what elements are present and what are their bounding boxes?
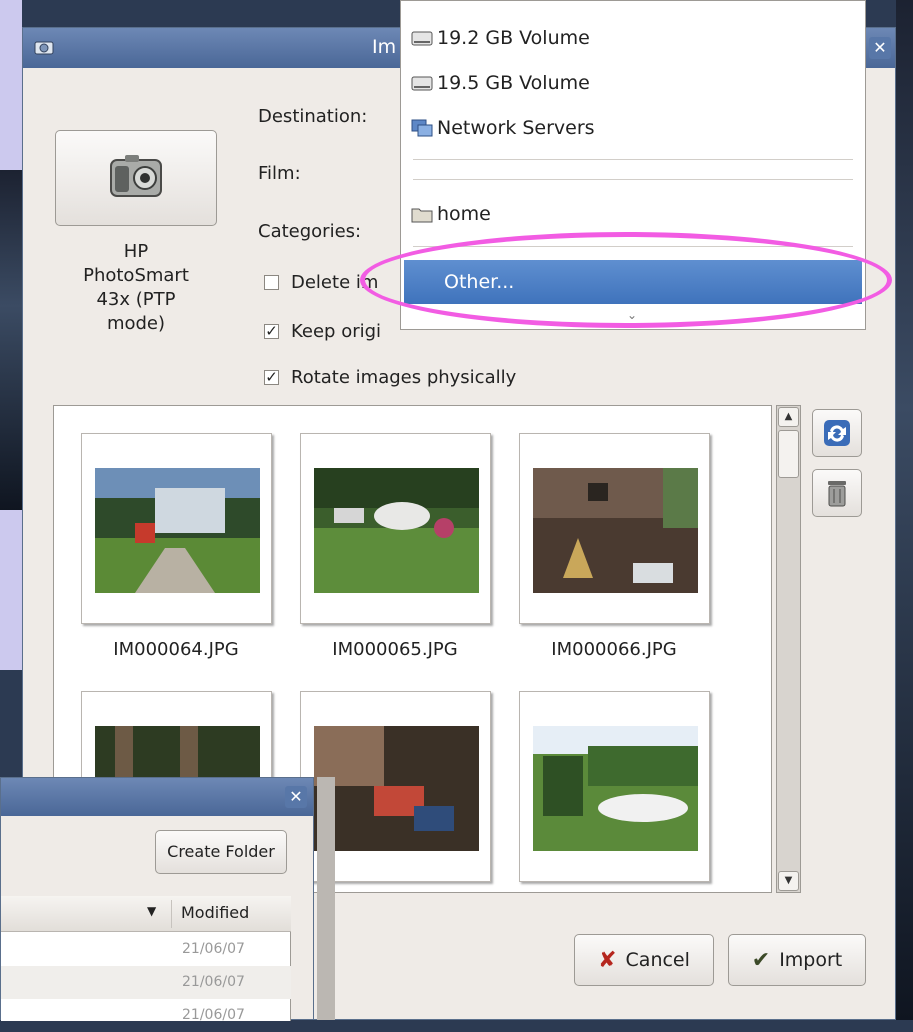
scrollbar[interactable]: ▲ ▼ <box>776 405 801 893</box>
checkmark-icon[interactable]: ✓ <box>264 370 279 385</box>
checkbox-label: Keep origi <box>291 321 382 342</box>
column-header-modified[interactable]: Modified <box>181 903 249 922</box>
thumbnail-photo[interactable] <box>81 433 272 624</box>
camera-name: HP PhotoSmart 43x (PTP mode) <box>83 241 189 334</box>
menu-item-label: 19.5 GB Volume <box>437 72 590 94</box>
file-list[interactable]: ▼ Modified 21/06/07 21/06/07 21/06/07 <box>1 896 291 1023</box>
cancel-label: Cancel <box>625 949 690 971</box>
scroll-down-icon[interactable]: ▼ <box>778 871 799 891</box>
menu-item-volume-19-5[interactable]: 19.5 GB Volume <box>411 72 590 94</box>
refresh-button[interactable] <box>812 409 862 457</box>
modified-date: 21/06/07 <box>182 974 245 990</box>
chevron-down-icon[interactable]: ▼ <box>147 904 156 918</box>
checkbox-label: Delete im <box>291 272 379 293</box>
keep-filenames-checkbox[interactable]: ✓ Keep origi <box>264 321 381 342</box>
photo-image <box>533 468 698 593</box>
menu-item-other[interactable]: Other... <box>404 260 862 304</box>
film-label: Film: <box>258 163 301 184</box>
create-folder-button[interactable]: Create Folder <box>155 830 287 874</box>
scrollbar[interactable] <box>317 777 335 1020</box>
desktop-background-right <box>896 0 913 1020</box>
destination-dropdown-menu[interactable]: 19.2 GB Volume 19.5 GB Volume Network Se… <box>400 0 866 330</box>
cancel-button[interactable]: ✘ Cancel <box>574 934 714 986</box>
app-icon <box>34 41 54 55</box>
trash-button[interactable] <box>812 469 862 517</box>
network-icon <box>411 119 433 137</box>
file-chooser-dialog: ✕ Create Folder ▼ Modified 21/06/07 21/0… <box>0 777 314 1023</box>
file-row[interactable]: 21/06/07 <box>1 999 291 1032</box>
menu-item-volume-19-2[interactable]: 19.2 GB Volume <box>411 27 590 49</box>
modified-date: 21/06/07 <box>182 941 245 957</box>
import-icon: ✔ <box>751 947 771 973</box>
thumbnail-photo[interactable] <box>300 433 491 624</box>
categories-label: Categories: <box>258 221 362 242</box>
menu-item-label: Network Servers <box>437 117 595 139</box>
photo-image <box>314 468 479 593</box>
refresh-icon <box>824 420 850 446</box>
window-title: Im <box>372 36 397 58</box>
menu-separator <box>413 179 853 180</box>
import-label: Import <box>779 949 843 971</box>
menu-item-label: 19.2 GB Volume <box>437 27 590 49</box>
destination-label: Destination: <box>258 106 368 127</box>
trash-icon <box>828 481 846 507</box>
thumbnail-photo[interactable] <box>519 433 710 624</box>
list-header: ▼ Modified <box>1 896 291 932</box>
drive-icon <box>411 31 433 46</box>
photo-image <box>533 726 698 851</box>
photo-image <box>314 726 479 851</box>
camera-icon <box>110 155 162 197</box>
scrollbar-thumb[interactable] <box>778 430 799 478</box>
camera-button[interactable] <box>55 130 217 226</box>
menu-separator <box>413 159 853 160</box>
column-divider <box>171 900 172 928</box>
cancel-icon: ✘ <box>598 947 617 973</box>
menu-separator <box>413 246 853 247</box>
desktop-background-dark <box>0 170 22 510</box>
file-row[interactable]: 21/06/07 <box>1 933 291 966</box>
menu-item-home[interactable]: home <box>411 203 491 225</box>
thumbnail-label: IM000066.JPG <box>551 639 677 660</box>
checkbox-label: Rotate images physically <box>291 367 517 388</box>
close-icon[interactable]: ✕ <box>869 37 891 59</box>
checkbox-unchecked[interactable] <box>264 275 279 290</box>
titlebar[interactable]: ✕ <box>1 778 313 816</box>
folder-icon <box>411 208 433 223</box>
scroll-up-icon[interactable]: ▲ <box>778 407 799 427</box>
file-row[interactable]: 21/06/07 <box>1 966 291 999</box>
import-button[interactable]: ✔ Import <box>728 934 866 986</box>
thumbnail-label: IM000064.JPG <box>113 639 239 660</box>
desktop-background-lower <box>0 510 22 670</box>
modified-date: 21/06/07 <box>182 1007 245 1023</box>
chevron-down-icon[interactable]: ⌄ <box>627 308 637 322</box>
thumbnail-photo[interactable] <box>519 691 710 882</box>
menu-item-network-servers[interactable]: Network Servers <box>411 117 595 139</box>
photo-image <box>95 468 260 593</box>
desktop-background <box>0 0 22 170</box>
rotate-images-checkbox[interactable]: ✓ Rotate images physically <box>264 367 516 388</box>
delete-images-checkbox[interactable]: Delete im <box>264 272 378 293</box>
checkmark-icon[interactable]: ✓ <box>264 324 279 339</box>
drive-icon <box>411 76 433 91</box>
close-icon[interactable]: ✕ <box>285 786 307 808</box>
menu-item-label: home <box>437 203 491 225</box>
thumbnail-label: IM000065.JPG <box>332 639 458 660</box>
